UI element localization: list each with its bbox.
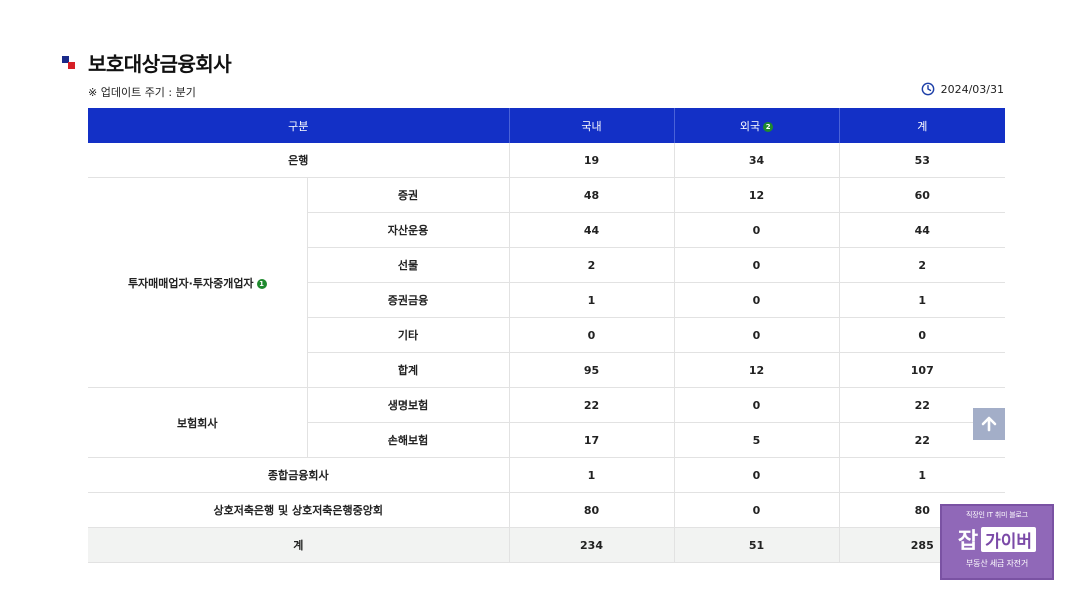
col-header-domestic: 국내	[508, 108, 674, 143]
col-header-category: 구분	[88, 108, 509, 143]
cell-total: 60	[838, 177, 1005, 213]
cell-domestic: 22	[508, 387, 674, 423]
cell-foreign: 0	[673, 317, 839, 353]
table-total-row: 계 234 51 285	[88, 527, 1005, 563]
cell-total: 44	[838, 212, 1005, 248]
clock-icon	[921, 82, 934, 96]
cell-domestic: 1	[508, 457, 674, 493]
cell-domestic: 1	[508, 282, 674, 318]
foreign-note-badge[interactable]: 2	[763, 121, 774, 132]
ad-tagline: 직장인 IT 취미 블로그	[966, 511, 1028, 519]
row-label-sub: 손해보험	[306, 422, 509, 458]
cell-foreign: 0	[673, 282, 839, 318]
financial-institutions-table: 구분 국내 외국 2 계 은행 19 34 53 투자매매업자·투자중개업자 1 증…	[88, 108, 1005, 563]
section-header: 보호대상금융회사	[62, 48, 232, 77]
cell-foreign: 5	[673, 422, 839, 458]
cell-foreign: 0	[673, 212, 839, 248]
row-label-sub: 기타	[306, 317, 509, 353]
update-note: ※ 업데이트 주기 : 분기	[88, 86, 196, 99]
col-header-total: 계	[838, 108, 1005, 143]
col-header-foreign: 외국 2	[673, 108, 839, 143]
arrow-up-icon	[981, 416, 997, 432]
ad-logo-big: 잡	[957, 529, 979, 554]
row-label-sub: 합계	[306, 352, 509, 388]
title-bullet-icon	[62, 55, 76, 70]
row-label-sub: 증권금융	[306, 282, 509, 318]
cell-foreign: 34	[673, 143, 839, 178]
cell-total: 1	[838, 457, 1005, 493]
row-label-sub: 생명보험	[306, 387, 509, 423]
table-row: 상호저축은행 및 상호저축은행중앙회 80 0 80	[88, 492, 1005, 528]
cell-foreign: 12	[673, 177, 839, 213]
table-row: 종합금융회사 1 0 1	[88, 457, 1005, 493]
row-label-savings: 상호저축은행 및 상호저축은행중앙회	[88, 492, 509, 528]
invest-note-badge[interactable]: 1	[256, 278, 267, 289]
cell-domestic: 48	[508, 177, 674, 213]
row-group-insurance: 보험회사	[88, 387, 307, 458]
cell-foreign: 51	[673, 527, 839, 563]
ad-logo-box: 가이버	[981, 526, 1037, 552]
cell-foreign: 0	[673, 247, 839, 283]
date-text: 2024/03/31	[940, 82, 1004, 96]
page-title: 보호대상금융회사	[88, 52, 232, 76]
ad-topics: 부동산 세금 자전거	[966, 559, 1028, 568]
table-row: 보험회사 생명보험 22 0 22	[88, 387, 1005, 458]
table-row: 은행 19 34 53	[88, 143, 1005, 178]
row-label-sub: 증권	[306, 177, 509, 213]
cell-domestic: 2	[508, 247, 674, 283]
cell-foreign: 0	[673, 457, 839, 493]
reference-date: 2024/03/31	[921, 82, 1004, 96]
cell-foreign: 0	[673, 492, 839, 528]
row-label-grand-total: 계	[88, 527, 509, 563]
cell-total: 1	[838, 282, 1005, 318]
table-row: 투자매매업자·투자중개업자 1 증권 48 12 60	[88, 177, 1005, 388]
cell-domestic: 44	[508, 212, 674, 248]
cell-total: 107	[838, 352, 1005, 388]
ad-logo: 잡 가이버	[942, 523, 1052, 555]
cell-foreign: 12	[673, 352, 839, 388]
row-label-sub: 선물	[306, 247, 509, 283]
cell-domestic: 234	[508, 527, 674, 563]
cell-total: 2	[838, 247, 1005, 283]
row-label-general: 종합금융회사	[88, 457, 509, 493]
cell-domestic: 19	[508, 143, 674, 178]
row-label-bank: 은행	[88, 143, 509, 178]
scroll-top-button[interactable]	[973, 408, 1005, 440]
cell-foreign: 0	[673, 387, 839, 423]
cell-domestic: 80	[508, 492, 674, 528]
cell-domestic: 95	[508, 352, 674, 388]
cell-total: 53	[838, 143, 1005, 178]
cell-total: 0	[838, 317, 1005, 353]
row-label-sub: 자산운용	[306, 212, 509, 248]
table-header-row: 구분 국내 외국 2 계	[88, 108, 1005, 143]
row-group-invest: 투자매매업자·투자중개업자 1	[88, 177, 307, 388]
cell-domestic: 17	[508, 422, 674, 458]
cell-domestic: 0	[508, 317, 674, 353]
blog-ad-banner[interactable]: 직장인 IT 취미 블로그 잡 가이버 부동산 세금 자전거	[940, 504, 1054, 580]
